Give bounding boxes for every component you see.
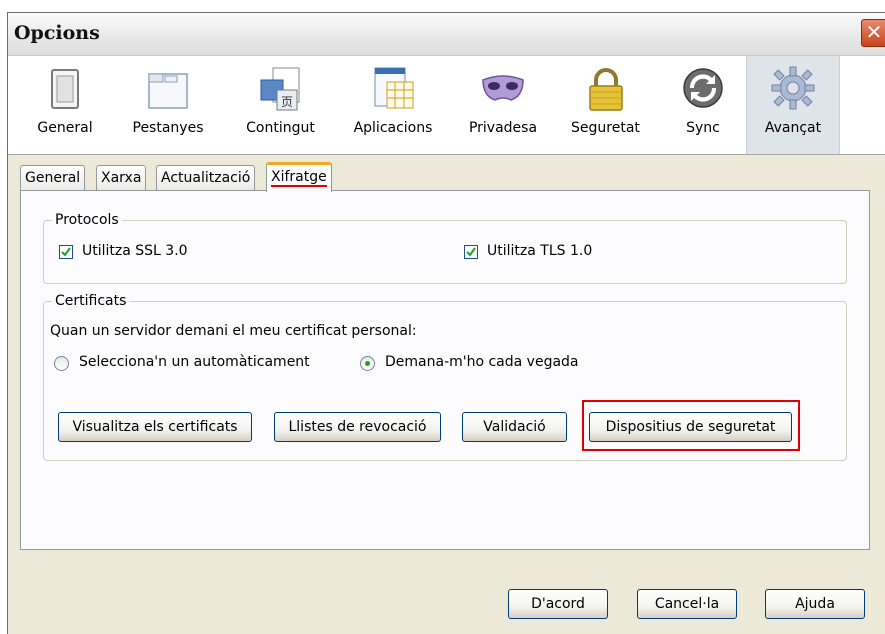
tabs-icon [148,73,188,109]
checkmark-icon [61,247,71,257]
toolbar-label: Pestanyes [132,120,204,136]
radio-label-auto: Selecciona'n un automàticament [79,354,310,370]
toolbar-item-sync[interactable]: Sync [673,56,733,154]
close-button[interactable]: ✕ [861,19,885,47]
help-button[interactable]: Ajuda [765,589,865,619]
cancel-button[interactable]: Cancel·la [637,589,737,619]
options-window: Opcions ✕ General Pestanyes 页 Contingut … [7,12,885,634]
sync-icon [683,68,723,108]
toolbar-item-security[interactable]: Seguretat [563,56,648,154]
toolbar-item-privacy[interactable]: Privadesa [458,56,548,154]
certificates-legend: Certificats [52,292,130,310]
protocols-group: Protocols Utilitza SSL 3.0 Utilitza TLS … [43,211,847,284]
protocols-legend: Protocols [52,211,122,229]
toolbar-label: Aplicacions [353,120,433,136]
radio-select-automatically[interactable] [54,356,69,371]
encryption-panel: Protocols Utilitza SSL 3.0 Utilitza TLS … [20,190,870,550]
ok-button[interactable]: D'acord [508,589,608,619]
toolbar-label: Contingut [246,120,315,136]
preferences-toolbar: General Pestanyes 页 Contingut Aplicacion… [8,56,885,155]
toolbar-label: Avançat [764,120,822,136]
ssl-checkbox[interactable] [59,245,73,259]
toolbar-label: Seguretat [571,120,640,136]
radio-label-ask: Demana-m'ho cada vegada [385,354,579,370]
privacy-mask-icon [482,75,524,101]
toolbar-item-general[interactable]: General [27,56,103,154]
checkmark-icon [466,247,476,257]
gear-icon [771,66,815,110]
window-title: Opcions [14,22,100,44]
general-icon [51,69,79,109]
tab-label: Actualització [161,170,251,186]
tls-label: Utilitza TLS 1.0 [487,243,593,259]
toolbar-label: General [37,120,93,136]
toolbar-label: Sync [686,120,720,136]
content-icon: 页 [260,67,299,111]
certificates-group: Certificats Quan un servidor demani el m… [43,292,847,461]
toolbar-item-applications[interactable]: Aplicacions [343,56,443,154]
tab-label: Xifratge [271,169,327,187]
tab-label: Xarxa [101,170,142,186]
security-devices-button[interactable]: Dispositius de seguretat [589,412,792,442]
ssl-label: Utilitza SSL 3.0 [82,243,188,259]
toolbar-item-tabs[interactable]: Pestanyes [123,56,213,154]
revocation-lists-button[interactable]: Llistes de revocació [274,412,441,442]
tls-checkbox[interactable] [464,245,478,259]
tab-label: General [25,170,81,186]
tab-update[interactable]: Actualització [156,165,256,190]
view-certificates-button[interactable]: Visualitza els certificats [58,412,252,442]
toolbar-item-advanced[interactable]: Avançat [746,56,840,154]
svg-text:页: 页 [281,95,293,109]
certificate-prompt: Quan un servidor demani el meu certifica… [50,323,417,339]
tab-general[interactable]: General [20,165,86,190]
radio-dot [365,361,370,366]
title-bar[interactable]: Opcions ✕ [8,13,885,56]
radio-ask-every-time[interactable] [360,356,375,371]
toolbar-item-content[interactable]: 页 Contingut [238,56,323,154]
validation-button[interactable]: Validació [462,412,567,442]
tab-encryption[interactable]: Xifratge [266,162,332,192]
lock-icon [588,68,623,111]
tab-network[interactable]: Xarxa [96,165,147,190]
applications-icon [374,67,414,109]
toolbar-label: Privadesa [468,120,538,136]
